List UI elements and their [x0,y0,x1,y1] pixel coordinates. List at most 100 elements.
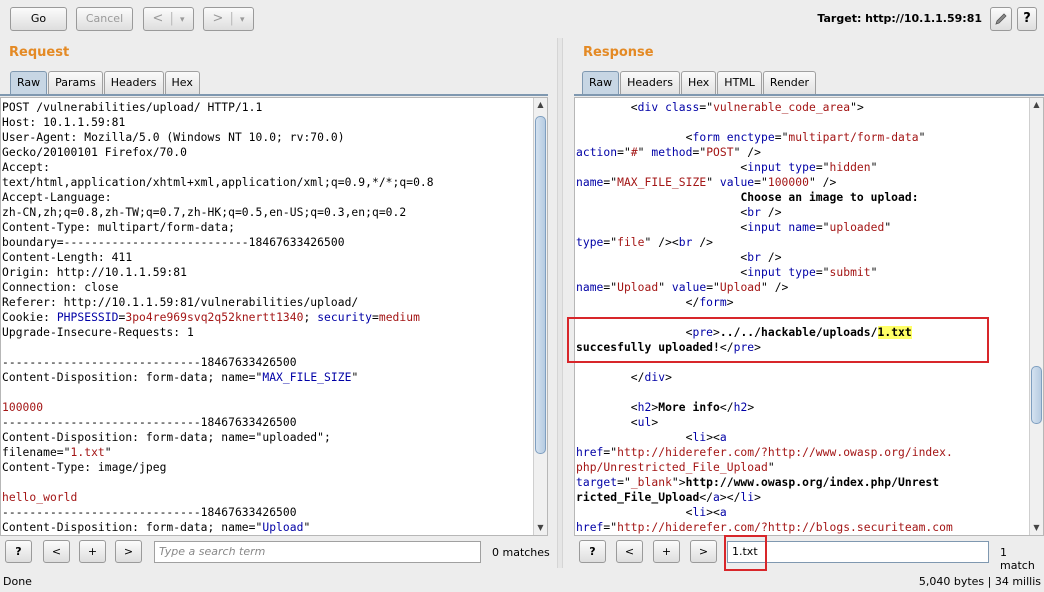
request-match-count: 0 matches [492,546,550,559]
code-line: Accept-Language: [2,191,112,204]
go-button[interactable]: Go [10,7,67,31]
code-line: 100000 [2,401,44,414]
request-tab-headers[interactable]: Headers [103,71,164,94]
scroll-up-icon[interactable]: ▲ [1030,98,1043,112]
request-tabs: Raw Params Headers Hex [10,71,201,95]
code-line: <br /> [576,251,782,264]
request-tab-hex[interactable]: Hex [164,71,200,94]
code-line: </form> [576,296,734,309]
help-button[interactable]: ? [1017,7,1037,31]
request-tab-params[interactable]: Params [48,71,103,94]
chevron-down-icon: ▾ [240,15,245,25]
code-line: target="_blank">http://www.owasp.org/ind… [576,476,940,489]
code-line: boundary=---------------------------1846… [2,236,345,249]
edit-target-button[interactable] [990,7,1012,31]
scroll-down-icon[interactable]: ▼ [1030,521,1043,535]
response-search-next-button[interactable]: > [690,540,717,563]
code-line: <div class="vulnerable_code_area"> [576,101,864,114]
upload-result-annotation [567,317,989,363]
chevron-down-icon: ▾ [180,15,185,25]
code-line: hello_world [2,491,78,504]
code-line: Gecko/20100101 Firefox/70.0 [2,146,187,159]
code-line: -----------------------------18467633426… [2,416,297,429]
code-line: php/Unrestricted_File_Upload" [576,461,775,474]
request-search-add-button[interactable]: + [79,540,106,563]
response-tabs: Raw Headers Hex HTML Render [582,71,817,95]
request-search-prev-button[interactable]: < [43,540,70,563]
code-line: Content-Disposition: form-data; name="MA… [2,371,359,384]
response-tab-headers[interactable]: Headers [620,71,680,94]
code-line: ricted_File_Upload</a></li> [576,491,762,504]
scroll-thumb[interactable] [1031,366,1042,424]
response-search-prev-button[interactable]: < [616,540,643,563]
code-line: POST /vulnerabilities/upload/ HTTP/1.1 [2,101,263,114]
request-editor[interactable]: POST /vulnerabilities/upload/ HTTP/1.1 Ho… [0,97,548,536]
code-line: <input type="hidden" [576,161,878,174]
code-line: name="Upload" value="Upload" /> [576,281,789,294]
code-line: Origin: http://10.1.1.59:81 [2,266,187,279]
response-scrollbar[interactable]: ▲ ▼ [1029,98,1043,535]
code-line: Cookie: PHPSESSID=3po4re969svq2q52knertt… [2,311,420,324]
code-line: </div> [576,371,672,384]
response-search-help-button[interactable]: ? [579,540,606,563]
code-line: href="http://hiderefer.com/?http://blogs… [576,521,953,534]
code-line: type="file" /><br /> [576,236,714,249]
back-arrow-icon: < [152,11,164,26]
code-line: <form enctype="multipart/form-data" [576,131,926,144]
code-line: <ul> [576,416,659,429]
request-title: Request [9,45,70,60]
scroll-down-icon[interactable]: ▼ [534,521,547,535]
code-line: <li><a [576,506,727,519]
response-tab-html[interactable]: HTML [717,71,762,94]
response-tab-raw[interactable]: Raw [582,71,620,94]
request-search-help-button[interactable]: ? [5,540,32,563]
code-line: Referer: http://10.1.1.59:81/vulnerabili… [2,296,359,309]
code-line: action="#" method="POST" /> [576,146,761,159]
code-line: name="MAX_FILE_SIZE" value="100000" /> [576,176,837,189]
code-line: -----------------------------18467633426… [2,356,297,369]
search-term-annotation [724,535,767,571]
scroll-thumb[interactable] [535,116,546,454]
code-line: href="http://hiderefer.com/?http://www.o… [576,446,953,459]
back-button[interactable]: < | ▾ [143,7,194,31]
forward-button[interactable]: > | ▾ [203,7,254,31]
response-tab-hex[interactable]: Hex [680,71,717,94]
code-line: zh-CN,zh;q=0.8,zh-TW;q=0.7,zh-HK;q=0.5,e… [2,206,407,219]
status-text: Done [3,575,32,588]
code-line: Content-Disposition: form-data; name="Up… [2,521,311,534]
target-label: Target: http://10.1.1.59:81 [817,12,982,25]
code-line: Host: 10.1.1.59:81 [2,116,126,129]
response-match-count: 1 match [1000,546,1035,572]
code-line: User-Agent: Mozilla/5.0 (Windows NT 10.0… [2,131,345,144]
request-tab-raw[interactable]: Raw [10,71,48,94]
response-search-add-button[interactable]: + [653,540,680,563]
pencil-icon [995,13,1007,25]
request-search-input[interactable]: Type a search term [154,541,481,563]
request-search-next-button[interactable]: > [115,540,142,563]
code-line: Connection: close [2,281,119,294]
code-line: <li><a [576,431,727,444]
code-line: Content-Disposition: form-data; name="up… [2,431,331,444]
response-title: Response [583,45,654,60]
scroll-up-icon[interactable]: ▲ [534,98,547,112]
code-line: <h2>More info</h2> [576,401,755,414]
cancel-button[interactable]: Cancel [76,7,133,31]
response-tab-render[interactable]: Render [762,71,817,94]
forward-arrow-icon: > [212,11,224,26]
code-line: text/html,application/xhtml+xml,applicat… [2,176,434,189]
code-line: <br /> [576,206,782,219]
request-scrollbar[interactable]: ▲ ▼ [533,98,547,535]
response-stats: 5,040 bytes | 34 millis [918,575,1041,588]
code-line: -----------------------------18467633426… [2,506,297,519]
code-line: filename="1.txt" [2,446,112,459]
code-line: Accept: [2,161,50,174]
code-line: <input type="submit" [576,266,878,279]
pane-divider[interactable] [557,38,563,568]
code-line: Content-Length: 411 [2,251,133,264]
code-line: <input name="uploaded" [576,221,892,234]
